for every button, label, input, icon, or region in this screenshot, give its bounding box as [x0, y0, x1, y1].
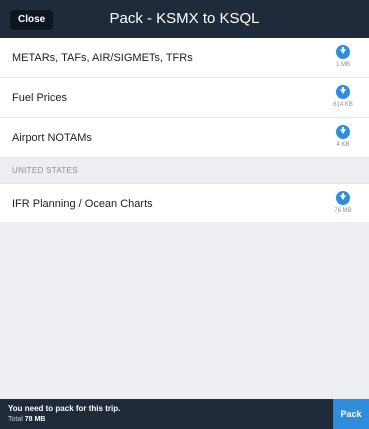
download-size: 76 MB: [334, 208, 352, 214]
list-item[interactable]: METARs, TAFs, AIR/SIGMETs, TFRs 1 MB: [0, 38, 369, 78]
close-button[interactable]: Close: [10, 10, 54, 30]
download-icon: [336, 125, 350, 139]
download-icon: [336, 191, 350, 205]
list-item-label: Fuel Prices: [12, 92, 68, 104]
page-title: Pack - KSMX to KSQL: [109, 10, 260, 27]
section-header: UNITED STATES: [0, 158, 369, 184]
list-item-label: IFR Planning / Ocean Charts: [12, 198, 153, 210]
pack-button[interactable]: Pack: [333, 399, 369, 429]
download-size: 4 KB: [336, 142, 350, 148]
download-button[interactable]: 614 KB: [329, 85, 357, 108]
footer-bar: You need to pack for this trip. Total 78…: [0, 399, 369, 429]
download-button[interactable]: 4 KB: [329, 125, 357, 148]
header-bar: Close Pack - KSMX to KSQL: [0, 0, 369, 38]
download-size: 614 KB: [333, 102, 353, 108]
total-value: 78 MB: [24, 416, 46, 423]
total-label: Total: [8, 416, 23, 423]
download-size: 1 MB: [335, 62, 350, 68]
list-item[interactable]: Airport NOTAMs 4 KB: [0, 118, 369, 158]
download-button[interactable]: 1 MB: [329, 45, 357, 68]
list-item[interactable]: IFR Planning / Ocean Charts 76 MB: [0, 184, 369, 224]
list-item-label: Airport NOTAMs: [12, 132, 92, 144]
empty-area: [0, 222, 369, 399]
list-item-label: METARs, TAFs, AIR/SIGMETs, TFRs: [12, 52, 193, 64]
list-item[interactable]: Fuel Prices 614 KB: [0, 78, 369, 118]
download-button[interactable]: 76 MB: [329, 191, 357, 214]
pack-total: Total 78 MB: [8, 416, 45, 423]
pack-list: METARs, TAFs, AIR/SIGMETs, TFRs 1 MB Fue…: [0, 38, 369, 224]
pack-status-message: You need to pack for this trip.: [8, 404, 121, 413]
download-icon: [336, 45, 350, 59]
download-icon: [336, 85, 350, 99]
